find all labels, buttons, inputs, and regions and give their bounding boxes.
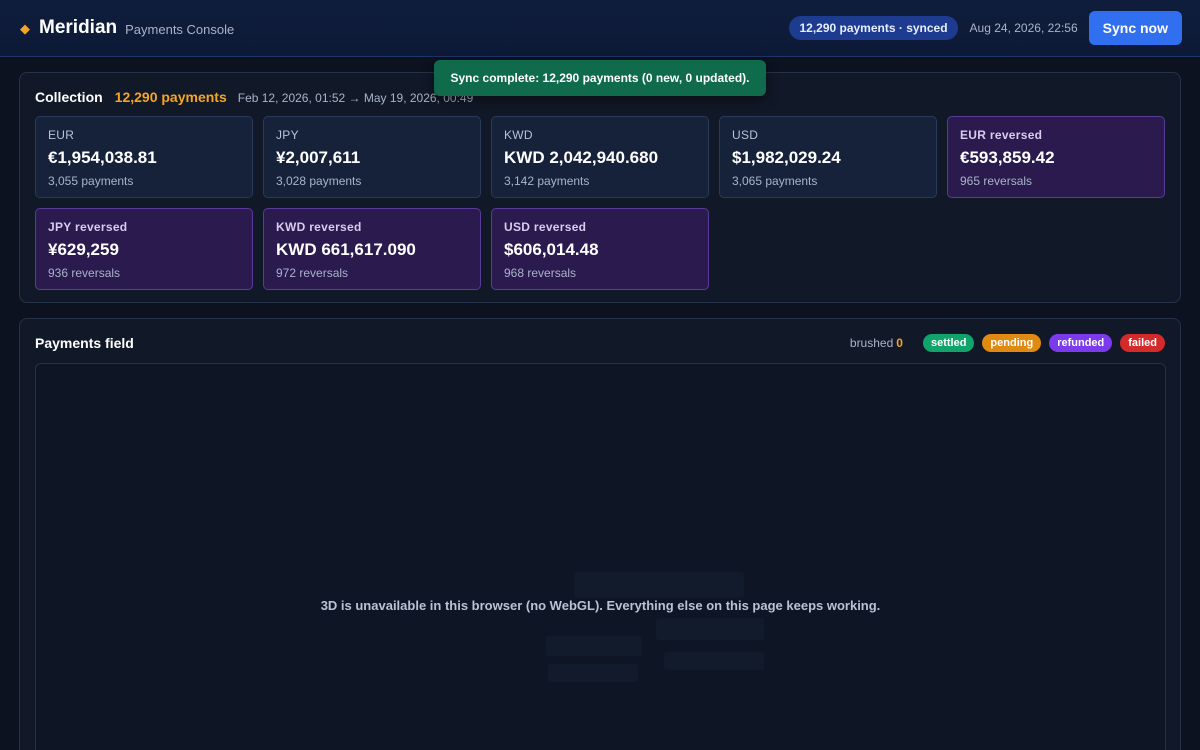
brand-name: Meridian (39, 17, 118, 38)
collection-title: Collection (35, 89, 103, 105)
card-value: ¥629,259 (48, 240, 119, 259)
brand-subtitle: Payments Console (125, 22, 235, 37)
sync-status-badge: 12,290 payments · synced (789, 16, 958, 40)
top-bar: ◆ Meridian Payments Console 12,290 payme… (0, 0, 1200, 57)
card-kwd: KWD KWD 2,042,940.680 3,142 payments (491, 116, 709, 198)
card-eur-reversed: EUR reversed €593,859.42 965 reversals (947, 116, 1165, 198)
payments-field-panel: Payments field brushed 0 settled pending … (19, 318, 1181, 750)
card-count: 965 reversals (960, 174, 1033, 188)
legend-failed[interactable]: failed (1120, 334, 1165, 352)
card-count: 972 reversals (276, 266, 349, 280)
card-value: €593,859.42 (960, 148, 1055, 167)
webgl-unavailable-message: 3D is unavailable in this browser (no We… (320, 598, 881, 613)
legend-pending[interactable]: pending (982, 334, 1042, 352)
diamond-icon: ◆ (20, 21, 30, 36)
canvas-placeholder-shape (664, 652, 764, 670)
card-label: KWD reversed (276, 220, 362, 234)
card-count: 3,142 payments (504, 174, 590, 188)
card-count: 936 reversals (48, 266, 121, 280)
card-usd: USD $1,982,029.24 3,065 payments (719, 116, 937, 198)
card-count: 3,055 payments (48, 174, 134, 188)
canvas-placeholder-shape (546, 636, 642, 656)
card-value: ¥2,007,611 (276, 148, 361, 167)
legend-settled[interactable]: settled (922, 334, 975, 352)
card-label: EUR (48, 128, 75, 142)
card-count: 3,028 payments (276, 174, 362, 188)
card-label: KWD (504, 128, 533, 142)
card-kwd-reversed: KWD reversed KWD 661,617.090 972 reversa… (263, 208, 481, 290)
card-value: €1,954,038.81 (48, 148, 157, 167)
card-label: USD (732, 128, 759, 142)
card-jpy: JPY ¥2,007,611 3,028 payments (263, 116, 481, 198)
status-legend: brushed 0 settled pending refunded failed (850, 334, 1165, 352)
top-bar-actions: 12,290 payments · synced Aug 24, 2026, 2… (789, 11, 1182, 45)
card-label: JPY reversed (48, 220, 128, 234)
brushed-indicator: brushed 0 (850, 336, 903, 350)
card-count: 968 reversals (504, 266, 577, 280)
3d-canvas-area[interactable]: 3D is unavailable in this browser (no We… (35, 363, 1166, 750)
payments-field-title: Payments field (35, 335, 134, 351)
card-eur: EUR €1,954,038.81 3,055 payments (35, 116, 253, 198)
collection-header: Collection 12,290 payments Feb 12, 2026,… (35, 89, 473, 105)
card-usd-reversed: USD reversed $606,014.48 968 reversals (491, 208, 709, 290)
card-label: JPY (276, 128, 299, 142)
card-value: $1,982,029.24 (732, 148, 841, 167)
card-value: KWD 661,617.090 (276, 240, 416, 259)
canvas-placeholder-shape (656, 618, 764, 640)
brushed-count: 0 (896, 336, 903, 350)
card-label: USD reversed (504, 220, 587, 234)
legend-refunded[interactable]: refunded (1049, 334, 1113, 352)
card-jpy-reversed: JPY reversed ¥629,259 936 reversals (35, 208, 253, 290)
card-count: 3,065 payments (732, 174, 818, 188)
last-sync-timestamp: Aug 24, 2026, 22:56 (969, 21, 1078, 35)
sync-toast: Sync complete: 12,290 payments (0 new, 0… (434, 60, 766, 96)
canvas-placeholder-shape (574, 572, 744, 598)
brushed-label: brushed (849, 336, 894, 350)
currency-cards: EUR €1,954,038.81 3,055 payments JPY ¥2,… (35, 116, 1165, 290)
sync-now-button[interactable]: Sync now (1088, 11, 1182, 45)
canvas-placeholder-shape (548, 664, 638, 682)
collection-count: 12,290 payments (114, 89, 227, 105)
collection-panel: Collection 12,290 payments Feb 12, 2026,… (19, 72, 1181, 303)
card-label: EUR reversed (960, 128, 1043, 142)
card-value: $606,014.48 (504, 240, 599, 259)
card-value: KWD 2,042,940.680 (504, 148, 659, 167)
